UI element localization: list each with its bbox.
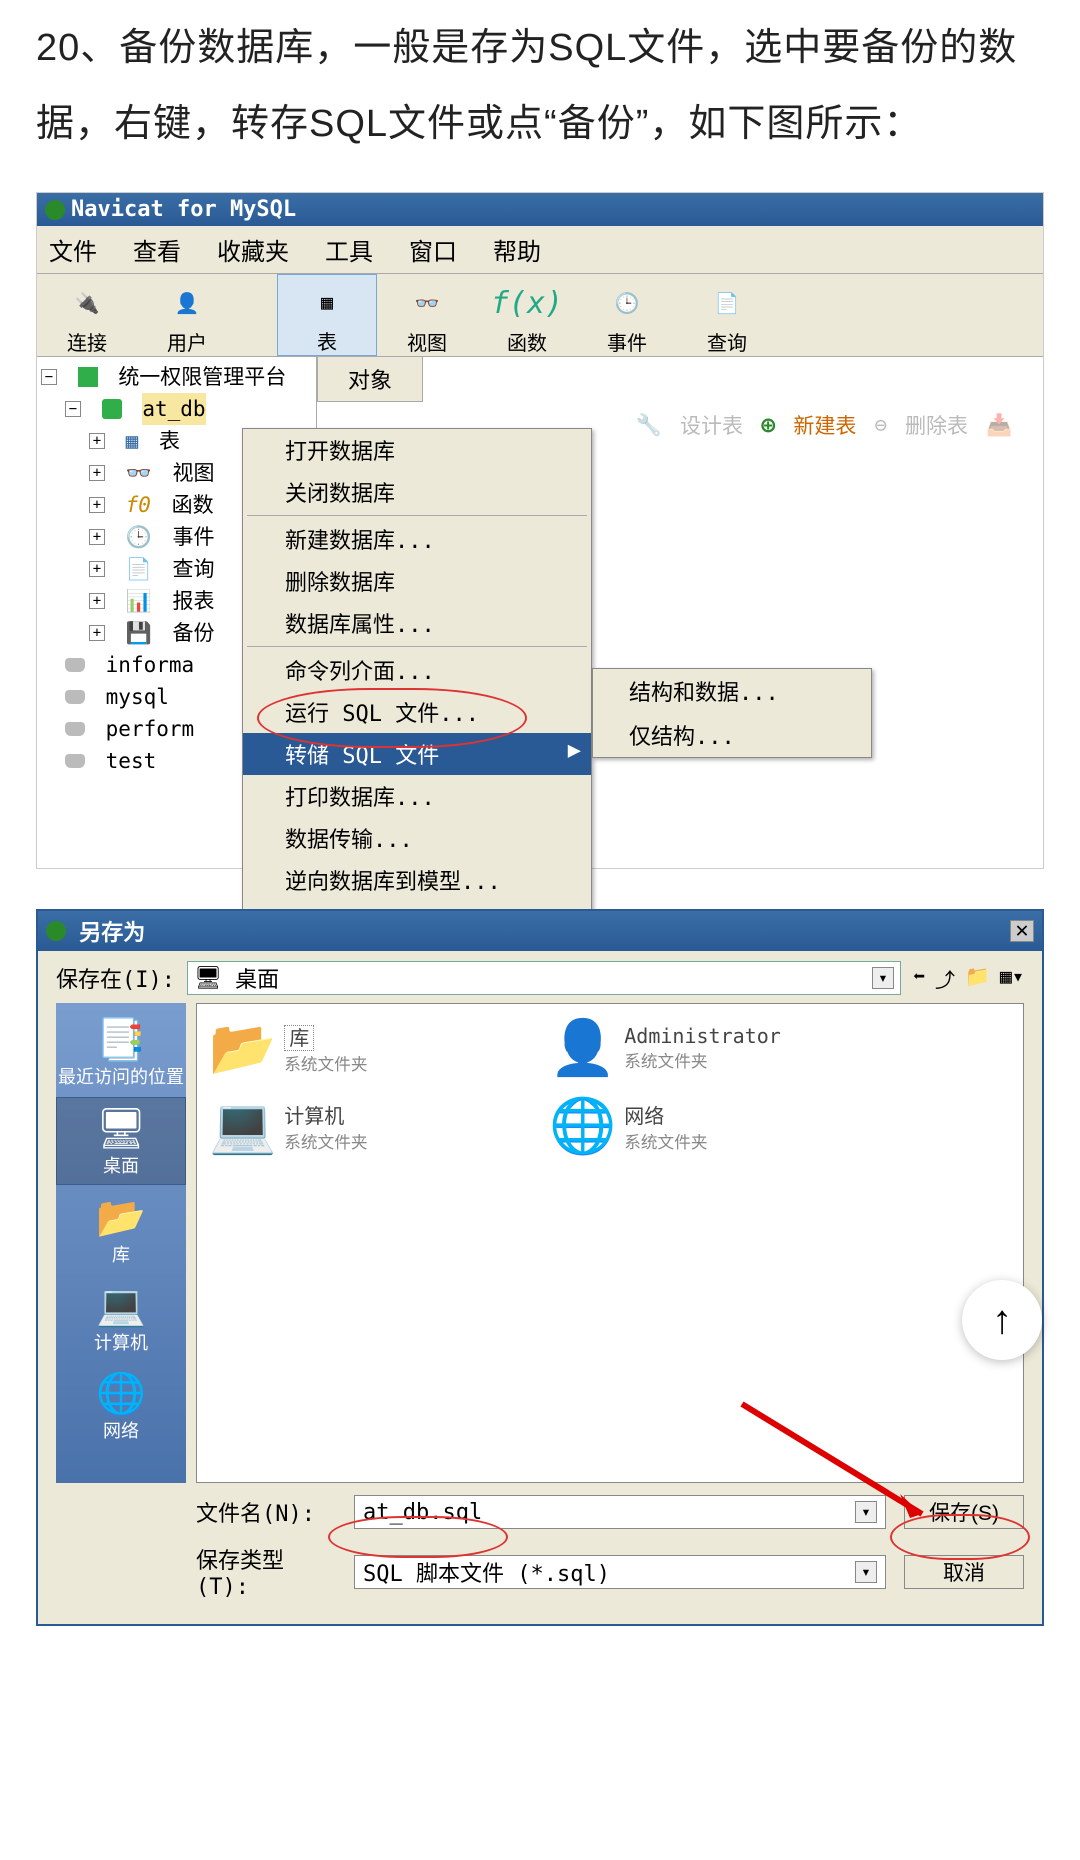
place-network[interactable]: 🌐网络 [56,1363,186,1449]
tree-funcs[interactable]: 函数 [172,489,214,521]
app-icon [45,200,65,220]
tb-view[interactable]: 👓视图 [377,274,477,356]
tree-tables[interactable]: 表 [159,425,180,457]
sub-struct-data[interactable]: 结构和数据... [593,669,871,713]
sub-struct-only[interactable]: 仅结构... [593,713,871,757]
menu-file[interactable]: 文件 [49,232,97,267]
item-admin[interactable]: 👤Administrator系统文件夹 [549,1016,869,1080]
file-list[interactable]: 📂库系统文件夹 👤Administrator系统文件夹 💻计算机系统文件夹 🌐网… [196,1003,1024,1483]
menu-view[interactable]: 查看 [133,232,181,267]
ctx-cli[interactable]: 命令列介面... [243,649,591,691]
tree-db-test[interactable]: test [106,745,157,777]
navicat-window: Navicat for MySQL 文件 查看 收藏夹 工具 窗口 帮助 🔌连接… [36,192,1044,869]
save-in-label: 保存在(I): [56,962,175,994]
window-title: Navicat for MySQL [71,197,296,222]
places-bar[interactable]: 📑最近访问的位置 🖥桌面 📂库 💻计算机 🌐网络 [56,1003,186,1483]
scroll-to-top-button[interactable]: ↑ [962,1280,1042,1360]
btn-design-table[interactable]: 设计表 [680,410,743,440]
dump-sql-submenu[interactable]: 结构和数据... 仅结构... [592,668,872,758]
dialog-title: 另存为 [79,915,145,947]
tb-func[interactable]: f(x)函数 [477,274,577,356]
item-network[interactable]: 🌐网络系统文件夹 [549,1094,869,1158]
item-computer[interactable]: 💻计算机系统文件夹 [209,1094,529,1158]
tab-objects[interactable]: 对象 [317,357,423,402]
btn-new-table[interactable]: 新建表 [793,410,856,440]
ctx-del-db[interactable]: 删除数据库 [243,560,591,602]
chevron-down-icon[interactable]: ▾ [855,1561,877,1583]
up-icon[interactable]: ⤴ [935,964,955,993]
tree-views[interactable]: 视图 [172,457,214,489]
filetype-value: SQL 脚本文件 (*.sql) [363,1556,610,1588]
tb-event[interactable]: 🕒事件 [577,274,677,356]
tb-connect[interactable]: 🔌连接 [37,274,137,356]
save-in-value: 桌面 [235,962,279,994]
menu-fav[interactable]: 收藏夹 [217,232,289,267]
tree-db-informa[interactable]: informa [106,649,195,681]
window-titlebar: Navicat for MySQL [37,193,1043,226]
tree-queries[interactable]: 查询 [172,553,214,585]
filename-label: 文件名(N): [196,1496,336,1528]
place-recent[interactable]: 📑最近访问的位置 [56,1009,186,1095]
filename-input[interactable]: at_db.sql ▾ [354,1495,886,1529]
tree-events[interactable]: 事件 [172,521,214,553]
menu-tool[interactable]: 工具 [325,232,373,267]
menu-window[interactable]: 窗口 [409,232,457,267]
place-library[interactable]: 📂库 [56,1187,186,1273]
dialog-nav-buttons: ⬅ ⤴ 📁 ▦▾ [913,964,1024,993]
ctx-run-sql[interactable]: 运行 SQL 文件... [243,691,591,733]
tb-table[interactable]: ▦表 [277,274,377,356]
chevron-down-icon[interactable]: ▾ [872,967,894,989]
filetype-label: 保存类型(T): [196,1543,336,1600]
save-in-combo[interactable]: 🖥 桌面 ▾ [187,961,901,995]
main-toolbar: 🔌连接 👤用户 ▦表 👓视图 f(x)函数 🕒事件 📄查询 [37,273,1043,357]
tree-db-perform[interactable]: perform [106,713,195,745]
ctx-open-db[interactable]: 打开数据库 [243,429,591,471]
tree-backup[interactable]: 备份 [172,617,214,649]
save-as-dialog: 另存为 ✕ 保存在(I): 🖥 桌面 ▾ ⬅ ⤴ 📁 ▦▾ 📑最近访问的位置 🖥… [36,909,1044,1626]
view-menu-icon[interactable]: ▦▾ [1000,964,1024,993]
btn-delete-table[interactable]: 删除表 [905,410,968,440]
tree-db-selected[interactable]: at_db [142,393,205,425]
item-library[interactable]: 📂库系统文件夹 [209,1016,529,1080]
menu-bar[interactable]: 文件 查看 收藏夹 工具 窗口 帮助 [37,226,1043,273]
back-icon[interactable]: ⬅ [913,964,925,993]
place-desktop[interactable]: 🖥桌面 [56,1097,186,1185]
article-paragraph: 20、备份数据库，一般是存为SQL文件，选中要备份的数据，右键，转存SQL文件或… [0,0,1080,192]
context-menu[interactable]: 打开数据库 关闭数据库 新建数据库... 删除数据库 数据库属性... 命令列介… [242,428,592,991]
ctx-xfer[interactable]: 数据传输... [243,817,591,859]
dialog-titlebar: 另存为 ✕ [38,911,1042,951]
ctx-print-db[interactable]: 打印数据库... [243,775,591,817]
ctx-db-props[interactable]: 数据库属性... [243,602,591,644]
tb-query[interactable]: 📄查询 [677,274,777,356]
cancel-button[interactable]: 取消 [904,1555,1024,1589]
ctx-new-db[interactable]: 新建数据库... [243,518,591,560]
tree-reports[interactable]: 报表 [172,585,214,617]
dialog-icon [46,921,66,941]
filename-value: at_db.sql [363,1500,482,1525]
chevron-down-icon[interactable]: ▾ [855,1501,877,1523]
tb-user[interactable]: 👤用户 [137,274,237,356]
tree-db-mysql[interactable]: mysql [106,681,169,713]
place-computer[interactable]: 💻计算机 [56,1275,186,1361]
ctx-reverse[interactable]: 逆向数据库到模型... [243,859,591,901]
tree-root[interactable]: 统一权限管理平台 [118,361,286,393]
filetype-combo[interactable]: SQL 脚本文件 (*.sql) ▾ [354,1555,886,1589]
close-button[interactable]: ✕ [1010,920,1034,942]
ctx-close-db[interactable]: 关闭数据库 [243,471,591,513]
ctx-dump-sql[interactable]: 转储 SQL 文件▶ [243,733,591,775]
save-button[interactable]: 保存(S) [904,1495,1024,1529]
menu-help[interactable]: 帮助 [493,232,541,267]
new-folder-icon[interactable]: 📁 [965,964,990,993]
